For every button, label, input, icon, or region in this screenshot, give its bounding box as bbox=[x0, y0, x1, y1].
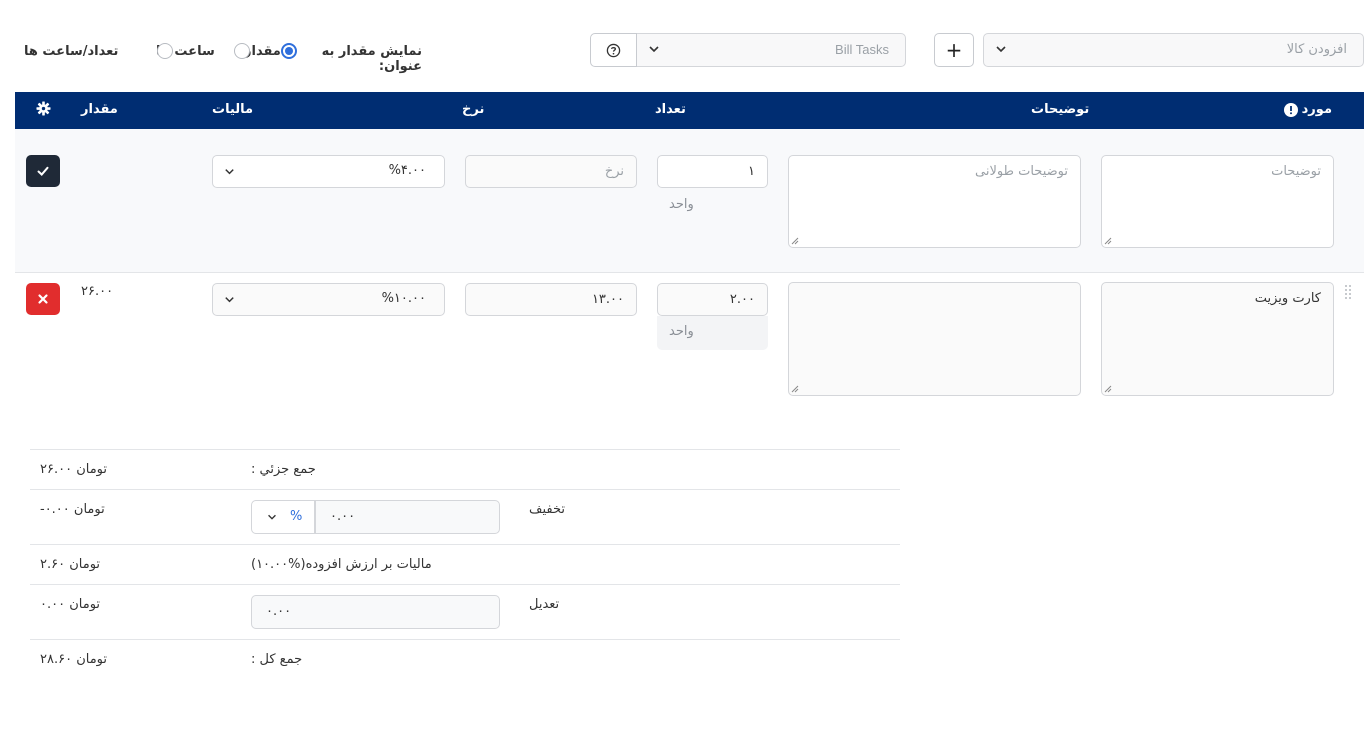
totals-divider bbox=[30, 584, 900, 585]
add-row-confirm-button[interactable] bbox=[26, 155, 60, 187]
new-item-description-field[interactable]: توضیحات bbox=[1101, 155, 1334, 248]
display-as-label: نمایش مقدار به عنوان: bbox=[321, 44, 422, 74]
resize-handle-icon[interactable] bbox=[1104, 385, 1112, 393]
adjustment-input[interactable]: ۰.۰۰ bbox=[251, 595, 500, 629]
row-unit-field[interactable]: واحد bbox=[657, 316, 768, 350]
header-rate: نرخ bbox=[462, 102, 485, 117]
header-tax: مالیات bbox=[212, 102, 254, 117]
row-unit-label: واحد bbox=[669, 324, 694, 339]
add-item-placeholder: افزودن کالا bbox=[1286, 42, 1347, 57]
row-rate-input[interactable]: ۱۳.۰۰ bbox=[465, 283, 637, 316]
totals-divider bbox=[30, 544, 900, 545]
header-item: مورد bbox=[1283, 102, 1332, 117]
subtotal-value: ۲۶.۰۰ تومان bbox=[40, 462, 108, 477]
bill-tasks-placeholder: Bill Tasks bbox=[835, 42, 889, 57]
radio-qty-hours-label[interactable]: تعداد/ساعت ها bbox=[24, 44, 118, 59]
add-item-button[interactable]: + bbox=[934, 33, 974, 67]
chevron-down-icon bbox=[268, 514, 276, 520]
items-table-header: مورد توضیحات تعداد نرخ مالیات مقدار bbox=[15, 92, 1364, 129]
chevron-down-icon bbox=[225, 169, 234, 175]
adjustment-label: تعدیل bbox=[529, 597, 560, 612]
discount-value: -۰.۰۰ تومان bbox=[40, 502, 105, 517]
check-icon bbox=[37, 166, 49, 176]
new-item-rate-input[interactable]: نرخ bbox=[465, 155, 637, 188]
discount-label: تخفیف bbox=[529, 502, 565, 517]
chevron-down-icon bbox=[649, 46, 659, 53]
new-item-long-description-field[interactable]: توضیحات طولانی bbox=[788, 155, 1081, 248]
row-amount: ۲۶.۰۰ bbox=[81, 284, 114, 299]
gear-icon[interactable] bbox=[36, 101, 51, 116]
resize-handle-icon[interactable] bbox=[791, 385, 799, 393]
discount-type-select[interactable]: % bbox=[251, 500, 315, 534]
header-amount: مقدار bbox=[81, 102, 118, 117]
delete-row-button[interactable] bbox=[26, 283, 60, 315]
close-icon bbox=[38, 294, 48, 304]
chevron-down-icon bbox=[996, 46, 1006, 53]
row-qty-input[interactable]: ۲.۰۰ bbox=[657, 283, 768, 316]
subtotal-label: جمع جزئي : bbox=[251, 462, 316, 477]
totals-divider bbox=[30, 449, 900, 450]
new-item-tax-select[interactable]: %۴.۰۰ bbox=[212, 155, 445, 188]
bill-tasks-help-button[interactable] bbox=[590, 33, 637, 67]
header-description: توضیحات bbox=[1031, 102, 1090, 117]
exclamation-circle-icon bbox=[1283, 102, 1298, 117]
row-tax-select[interactable]: %۱۰.۰۰ bbox=[212, 283, 445, 316]
radio-quantity[interactable] bbox=[281, 43, 297, 59]
row-item-description-field[interactable]: کارت ویزیت bbox=[1101, 282, 1334, 396]
header-qty: تعداد bbox=[655, 102, 686, 117]
bill-tasks-select[interactable]: Bill Tasks bbox=[636, 33, 906, 67]
chevron-down-icon bbox=[225, 297, 234, 303]
resize-handle-icon[interactable] bbox=[1104, 237, 1112, 245]
vat-value: ۲.۶۰ تومان bbox=[40, 557, 101, 572]
question-circle-icon bbox=[606, 43, 621, 57]
add-item-select[interactable]: افزودن کالا bbox=[983, 33, 1364, 67]
row-long-description-field[interactable] bbox=[788, 282, 1081, 396]
discount-input[interactable]: ۰.۰۰ bbox=[315, 500, 500, 534]
resize-handle-icon[interactable] bbox=[791, 237, 799, 245]
adjustment-value: ۰.۰۰ تومان bbox=[40, 597, 101, 612]
new-item-qty-input[interactable]: ۱ bbox=[657, 155, 768, 188]
total-value: ۲۸.۶۰ تومان bbox=[40, 652, 108, 667]
new-item-unit-placeholder[interactable]: واحد bbox=[669, 197, 694, 212]
total-label: جمع کل : bbox=[251, 652, 303, 667]
totals-divider bbox=[30, 639, 900, 640]
totals-divider bbox=[30, 489, 900, 490]
drag-handle-icon[interactable] bbox=[1344, 284, 1352, 302]
vat-label: مالیات بر ارزش افزوده(%۱۰.۰۰) bbox=[251, 557, 432, 572]
